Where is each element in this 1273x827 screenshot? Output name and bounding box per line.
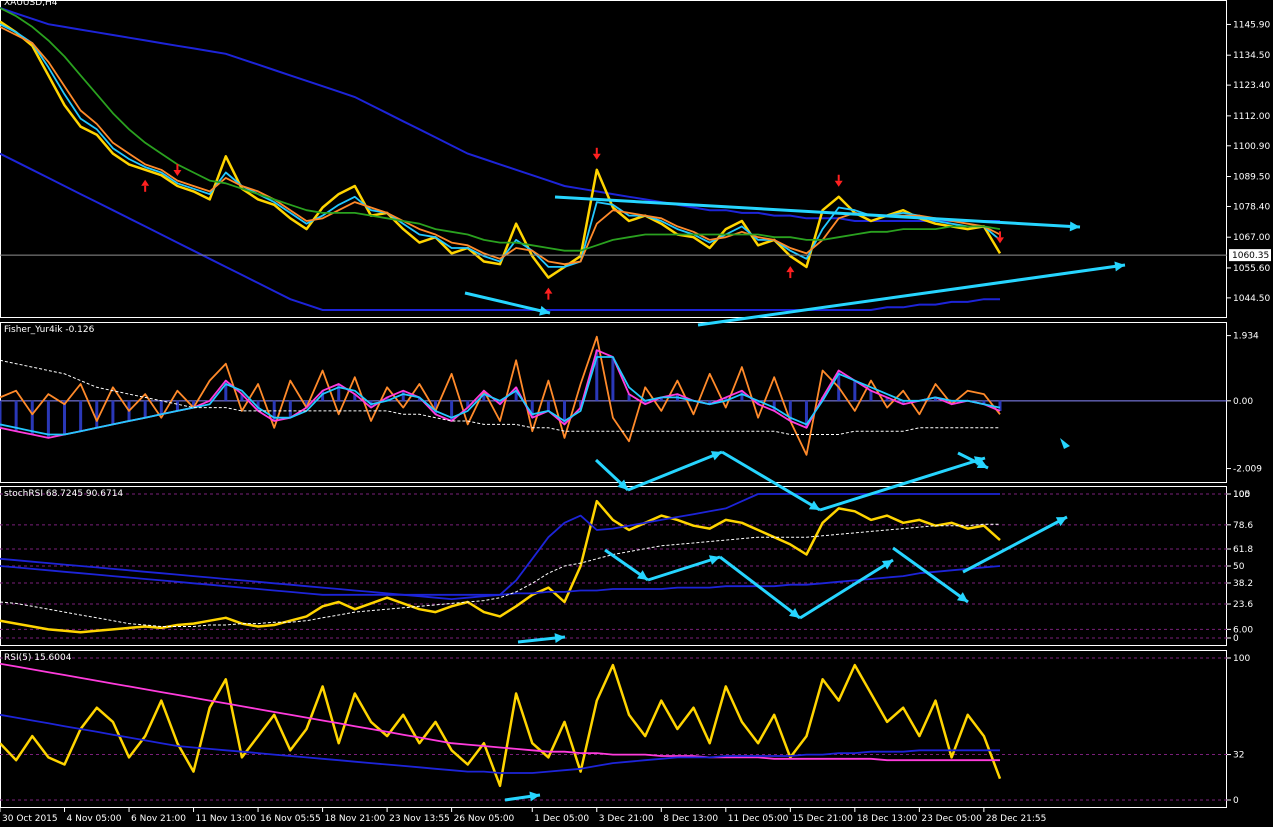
y-tick-label: 0 <box>1233 634 1239 644</box>
y-tick-label: 23.6 <box>1233 600 1253 610</box>
y-tick-label: 0.00 <box>1233 397 1253 407</box>
chart-canvas: 1145.90 1134.50 1123.40 1112.00 1100.90 1089.… <box>0 0 1273 827</box>
y-tick-label: 1134.50 <box>1233 51 1270 61</box>
stochrsi-indicator-title: stochRSI 68.7245 90.6714 <box>4 489 123 499</box>
x-tick-label: 3 Dec 21:00 <box>599 814 654 824</box>
x-tick-label: 18 Nov 21:00 <box>325 814 386 824</box>
y-tick-label: 78.6 <box>1233 521 1253 531</box>
x-tick-label: 26 Nov 05:00 <box>454 814 515 824</box>
rsi-indicator-title: RSI(5) 15.6004 <box>4 653 72 663</box>
current-price-label: 1060.35 <box>1232 251 1269 261</box>
x-tick-label: 15 Dec 21:00 <box>792 814 853 824</box>
y-tick-label: 1100.90 <box>1233 142 1270 152</box>
x-tick-label: 11 Dec 05:00 <box>728 814 789 824</box>
x-tick-label: 8 Dec 13:00 <box>663 814 718 824</box>
y-tick-label: 32 <box>1233 751 1244 761</box>
y-tick-label: 61.8 <box>1233 545 1253 555</box>
y-tick-label: 100 <box>1233 654 1250 664</box>
price-chart-title: XAUUSD,H4 <box>4 0 58 8</box>
y-tick-label: 1067.00 <box>1233 233 1270 243</box>
y-tick-label: 1078.40 <box>1233 202 1270 212</box>
fisher-indicator-title: Fisher_Yur4ik -0.126 <box>4 325 95 335</box>
y-tick-label: -2.009 <box>1233 465 1262 475</box>
x-tick-label: 4 Nov 05:00 <box>67 814 122 824</box>
y-tick-label: 0 <box>1233 796 1239 806</box>
y-tick-label: 38.2 <box>1233 579 1253 589</box>
y-tick-label: 1123.40 <box>1233 81 1270 91</box>
y-tick-label: 1112.00 <box>1233 112 1270 122</box>
y-tick-label: 1145.90 <box>1233 20 1270 30</box>
y-tick-label: 1055.60 <box>1233 264 1270 274</box>
x-tick-label: 23 Nov 13:55 <box>389 814 450 824</box>
y-tick-label: 1.934 <box>1233 332 1259 342</box>
y-tick-label: 1089.50 <box>1233 173 1270 183</box>
y-tick-label: 1044.50 <box>1233 294 1270 304</box>
x-tick-label: 11 Nov 13:00 <box>196 814 257 824</box>
y-tick-label: 105 <box>1233 490 1250 500</box>
x-tick-label: 23 Dec 05:00 <box>921 814 982 824</box>
x-tick-label: 18 Dec 13:00 <box>857 814 918 824</box>
x-tick-label: 6 Nov 21:00 <box>131 814 186 824</box>
x-tick-label: 16 Nov 05:55 <box>260 814 321 824</box>
y-tick-label: 50 <box>1233 562 1245 572</box>
x-tick-label: 1 Dec 05:00 <box>534 814 589 824</box>
x-tick-label: 30 Oct 2015 <box>2 814 58 824</box>
x-tick-label: 28 Dec 21:55 <box>986 814 1047 824</box>
